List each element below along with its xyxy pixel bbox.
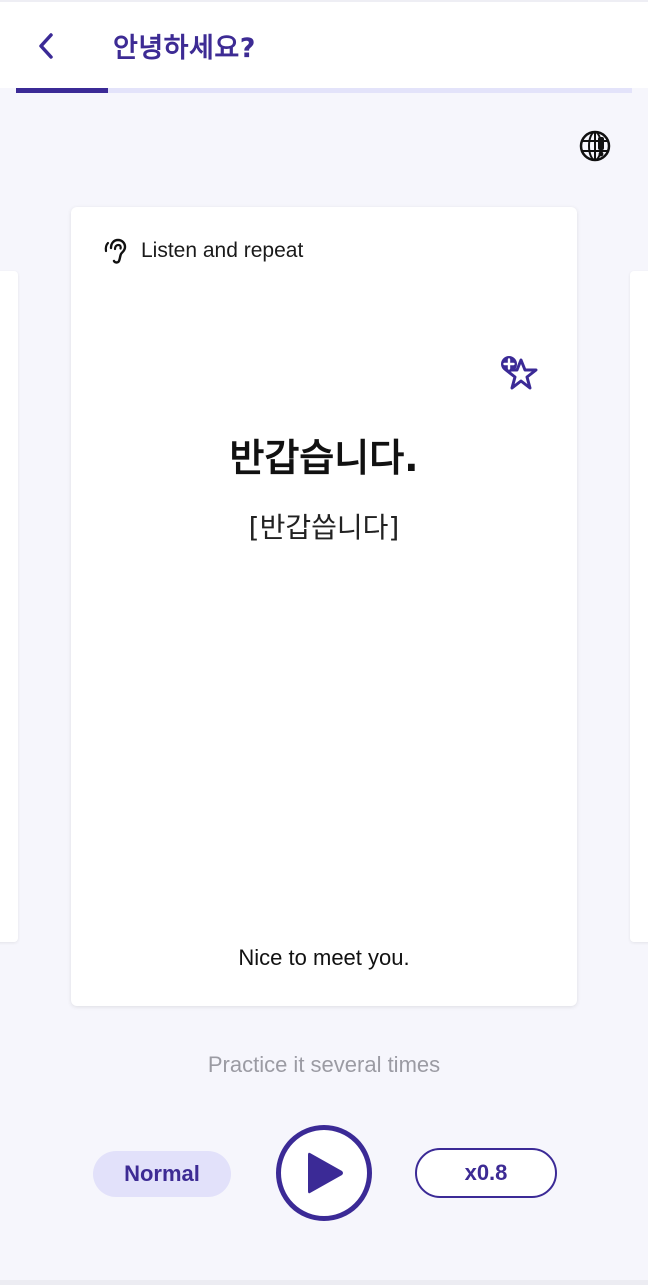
translate-button[interactable] <box>576 127 614 165</box>
normal-speed-button[interactable]: Normal <box>93 1151 231 1197</box>
add-to-favorites-button[interactable] <box>497 352 541 396</box>
play-icon <box>308 1152 343 1194</box>
practice-hint: Practice it several times <box>207 1052 441 1077</box>
back-button[interactable] <box>26 24 66 68</box>
globe-translate-icon <box>579 130 611 162</box>
card-mode-header: Listen and repeat <box>103 237 303 265</box>
star-add-icon <box>501 356 538 390</box>
play-audio-button[interactable] <box>276 1125 372 1221</box>
page-title: 안녕하세요? <box>113 33 256 64</box>
bottom-edge <box>0 1280 648 1285</box>
pronunciation: [반갑씁니다] <box>248 511 400 544</box>
card-mode-label: Listen and repeat <box>141 239 304 262</box>
next-card-peek[interactable] <box>630 271 648 942</box>
lesson-progress-fill <box>16 88 109 93</box>
ear-icon <box>104 238 127 264</box>
lesson-progress-bar <box>16 88 632 93</box>
english-translation: Nice to meet you. <box>238 945 410 970</box>
korean-phrase: 반갑습니다. <box>229 436 419 480</box>
previous-card-peek[interactable] <box>0 271 18 942</box>
chevron-left-icon <box>39 33 53 59</box>
slow-speed-button[interactable]: x0.8 <box>415 1148 557 1198</box>
phrase-card: Listen and repeat 반갑습니다. [반갑씁니다] Nice to… <box>71 207 577 1006</box>
app-header: 안녕하세요? <box>0 0 648 88</box>
